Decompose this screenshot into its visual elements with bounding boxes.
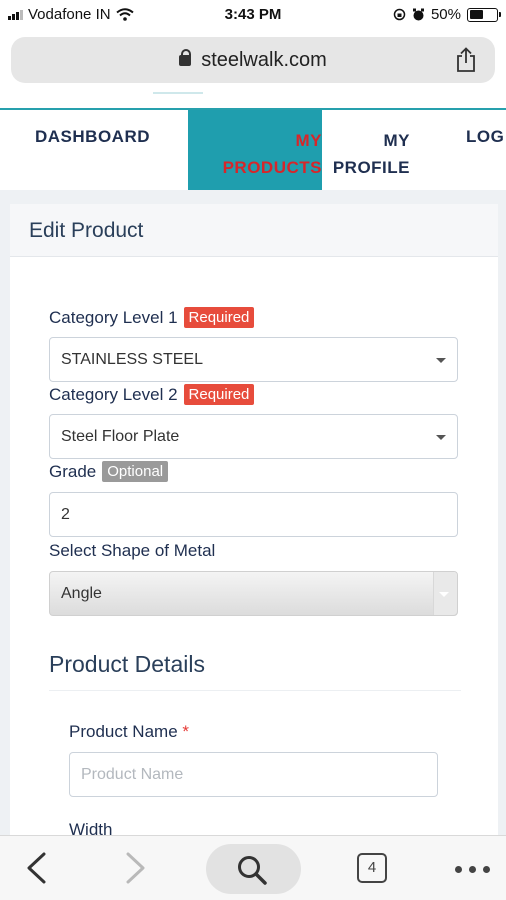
grade-label: Grade Optional xyxy=(49,461,169,482)
back-icon[interactable] xyxy=(24,850,48,886)
optional-badge: Optional xyxy=(102,461,169,482)
grade-input[interactable]: 2 xyxy=(49,492,458,537)
category-level-1-select[interactable]: STAINLESS STEEL xyxy=(49,337,458,382)
card-title: Edit Product xyxy=(10,204,498,257)
nav-my-products-line1: MY xyxy=(295,131,322,150)
product-details-heading: Product Details xyxy=(49,651,205,677)
category-level-2-value: Steel Floor Plate xyxy=(61,428,180,445)
category-level-2-select[interactable]: Steel Floor Plate xyxy=(49,414,458,459)
category-level-1-label: Category Level 1 Required xyxy=(49,307,255,328)
required-badge: Required xyxy=(183,307,255,328)
shape-of-metal-select[interactable]: Angle xyxy=(49,571,458,616)
page-top-strip xyxy=(0,90,506,110)
shape-of-metal-value: Angle xyxy=(61,585,102,602)
forward-icon[interactable] xyxy=(124,850,148,886)
nav-my-products-line2: PRODUCTS xyxy=(222,158,322,177)
nav-my-profile-line1: MY xyxy=(383,131,410,150)
category-level-2-label-text: Category Level 2 xyxy=(49,384,178,404)
category-level-2-label: Category Level 2 Required xyxy=(49,384,255,405)
shape-of-metal-label: Select Shape of Metal xyxy=(49,541,215,561)
more-icon[interactable] xyxy=(455,866,490,873)
grade-label-text: Grade xyxy=(49,461,97,481)
required-badge: Required xyxy=(183,384,255,405)
nav-dashboard[interactable]: DASHBOARD xyxy=(35,127,150,147)
url-text: steelwalk.com xyxy=(201,49,327,71)
required-asterisk: * xyxy=(182,722,190,741)
chevron-down-icon xyxy=(436,358,446,363)
status-right: 50% xyxy=(393,6,501,23)
chevron-down-icon xyxy=(439,592,449,597)
category-level-1-label-text: Category Level 1 xyxy=(49,307,178,327)
grade-value: 2 xyxy=(61,506,70,523)
browser-toolbar: 4 xyxy=(0,835,506,900)
product-name-label: Product Name * xyxy=(69,722,189,742)
url-display[interactable]: steelwalk.com xyxy=(11,49,495,72)
search-icon xyxy=(238,856,267,885)
nav-my-products[interactable]: MY PRODUCTS xyxy=(188,110,322,190)
main-nav: DASHBOARD MY PRODUCTS MY PROFILE LOG xyxy=(0,110,506,190)
category-level-1-value: STAINLESS STEEL xyxy=(61,351,203,368)
screen-rotation-lock-icon xyxy=(393,8,406,21)
status-bar: Vodafone IN 3:43 PM 50% xyxy=(0,0,506,30)
battery-percent: 50% xyxy=(430,6,461,23)
search-button[interactable] xyxy=(206,844,301,894)
share-icon[interactable] xyxy=(455,47,477,73)
lock-icon xyxy=(179,49,192,66)
divider xyxy=(49,690,461,691)
product-name-input[interactable] xyxy=(69,752,438,797)
nav-logout[interactable]: LOG xyxy=(466,127,504,147)
alarm-icon xyxy=(412,8,424,20)
product-name-label-text: Product Name xyxy=(69,722,178,741)
tabs-button[interactable]: 4 xyxy=(357,853,387,883)
shape-of-metal-label-text: Select Shape of Metal xyxy=(49,541,216,560)
chevron-down-icon xyxy=(436,435,446,440)
battery-icon xyxy=(467,7,501,22)
battery-fill xyxy=(469,10,483,19)
address-bar[interactable]: steelwalk.com xyxy=(11,37,495,83)
nav-my-profile[interactable]: MY PROFILE xyxy=(322,110,410,190)
nav-my-profile-line2: PROFILE xyxy=(332,158,410,177)
